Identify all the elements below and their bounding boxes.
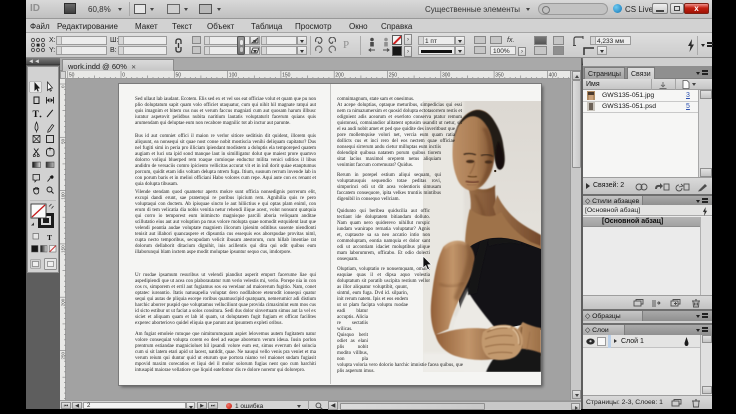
svg-text:200: 200 — [61, 298, 66, 306]
svg-text:T: T — [47, 233, 52, 242]
svg-text:200: 200 — [335, 73, 344, 79]
svg-text:400: 400 — [549, 73, 558, 79]
svg-text:300: 300 — [442, 73, 451, 79]
svg-text:100: 100 — [229, 73, 238, 79]
svg-text:150: 150 — [61, 245, 66, 253]
svg-text:350: 350 — [495, 73, 504, 79]
svg-text:250: 250 — [61, 352, 66, 360]
svg-text:150: 150 — [282, 73, 291, 79]
svg-text:50: 50 — [69, 73, 75, 79]
svg-text:T: T — [33, 110, 40, 120]
svg-text:0: 0 — [61, 85, 66, 88]
svg-text:0: 0 — [122, 73, 125, 79]
svg-text:50: 50 — [176, 73, 182, 79]
svg-text:100: 100 — [61, 192, 66, 200]
svg-text:50: 50 — [61, 138, 66, 144]
svg-text:250: 250 — [389, 73, 398, 79]
